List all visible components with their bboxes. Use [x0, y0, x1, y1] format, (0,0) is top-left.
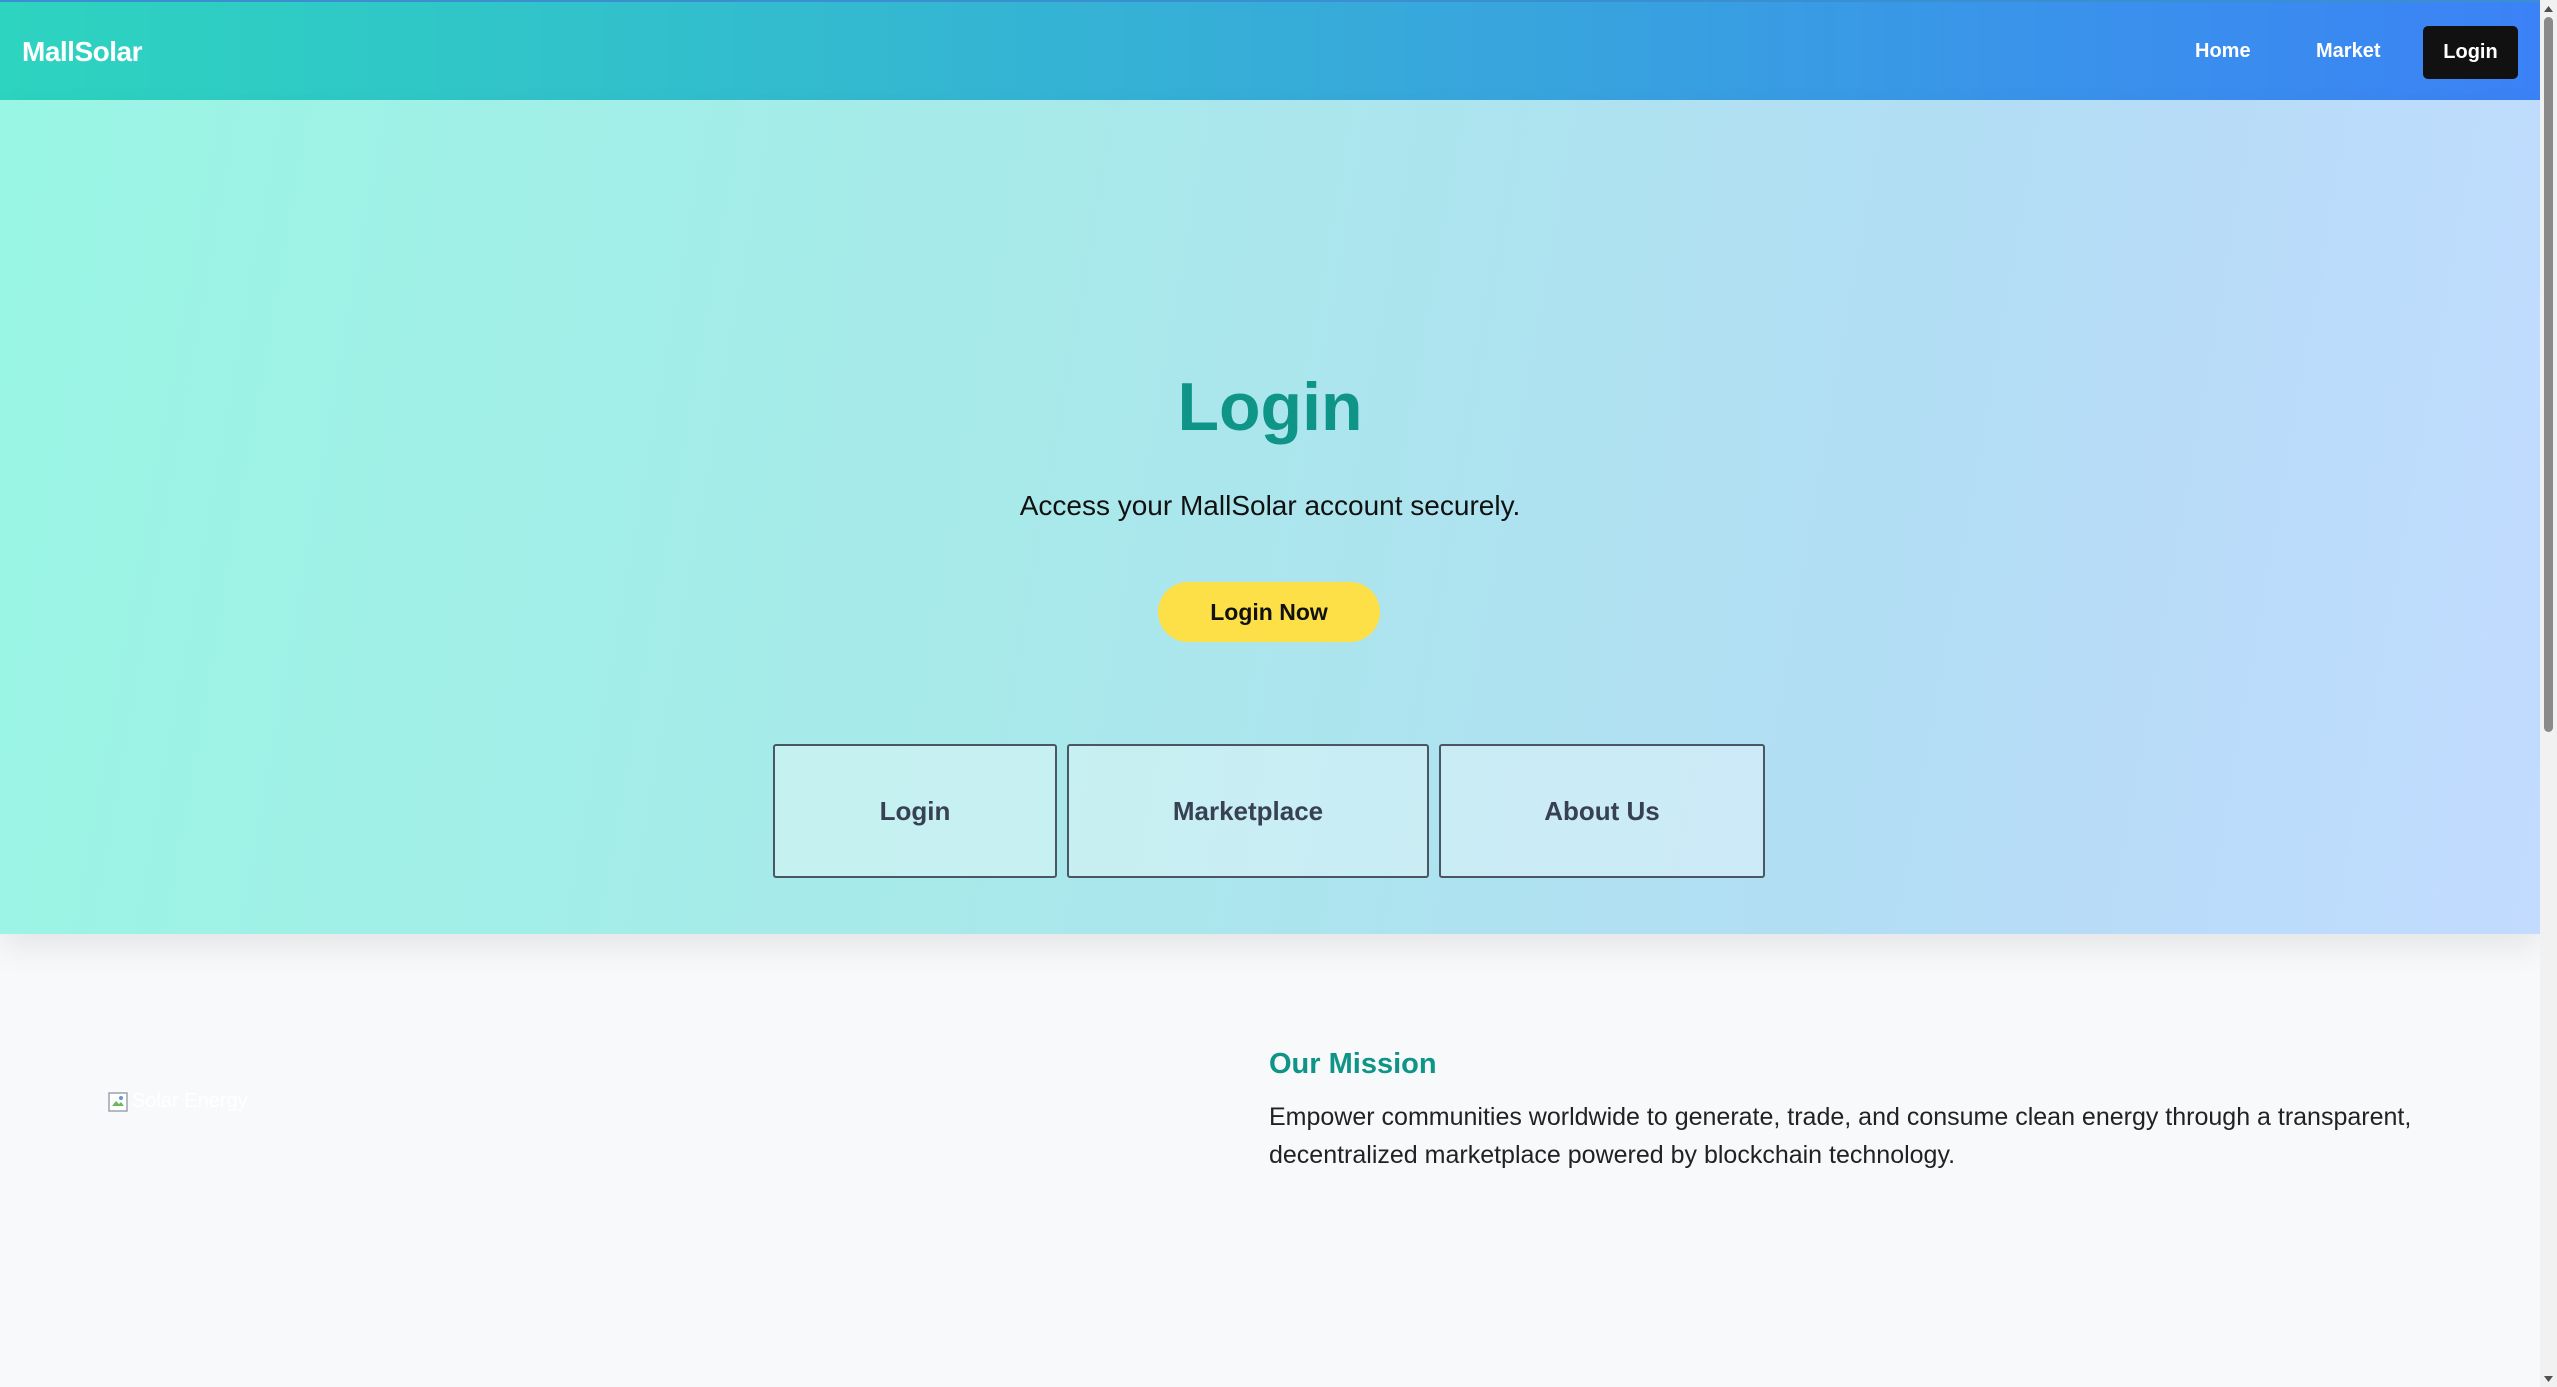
- card-marketplace[interactable]: Marketplace: [1067, 744, 1429, 878]
- card-login[interactable]: Login: [773, 744, 1057, 878]
- vertical-scrollbar[interactable]: [2540, 0, 2557, 1387]
- hero-title: Login: [1177, 369, 1363, 445]
- navbar: MallSolar Home Market Login: [0, 0, 2540, 100]
- mission-text: Empower communities worldwide to generat…: [1269, 1103, 2412, 1169]
- scrollbar-thumb[interactable]: [2544, 17, 2553, 732]
- broken-image-icon: [108, 1091, 128, 1112]
- mission-image-alt-text: Solar Energy: [132, 1090, 248, 1112]
- nav-login-button[interactable]: Login: [2423, 26, 2518, 79]
- page: MallSolar Home Market Login Login Access…: [0, 0, 2540, 1387]
- scroll-down-arrow-icon[interactable]: [2540, 1370, 2557, 1387]
- login-now-button[interactable]: Login Now: [1158, 582, 1380, 642]
- mission-heading: Our Mission: [1269, 1048, 1437, 1080]
- nav-link-market[interactable]: Market: [2316, 40, 2380, 63]
- hero-section: Login Access your MallSolar account secu…: [0, 100, 2540, 934]
- brand-logo[interactable]: MallSolar: [22, 36, 142, 68]
- card-about-us[interactable]: About Us: [1439, 744, 1765, 878]
- mission-image: Solar Energy: [108, 1090, 248, 1113]
- hero-subtitle: Access your MallSolar account securely.: [1019, 490, 1521, 521]
- nav-link-home[interactable]: Home: [2195, 40, 2251, 63]
- scroll-up-arrow-icon[interactable]: [2540, 0, 2557, 17]
